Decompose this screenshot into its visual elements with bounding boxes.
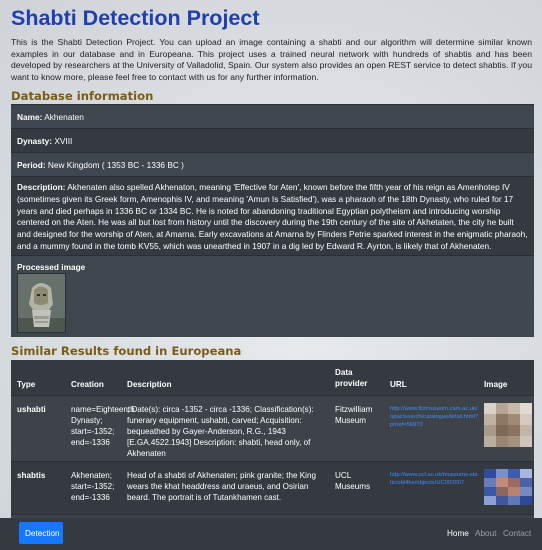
table-row: ushabti name=Eighteenth Dynasty; start=-… [11,395,534,462]
description-label: Description: [17,182,66,192]
page: Shabti Detection Project This is the Sha… [0,0,542,550]
row-provider: UCL Museums [335,471,371,491]
row-thumbnail [484,469,532,505]
name-label: Name: [17,112,43,122]
dynasty-row: Dynasty: XVIII [11,128,534,153]
name-row: Name: Akhenaten [11,104,534,129]
intro-paragraph: This is the Shabti Detection Project. Yo… [11,37,532,82]
row-description: ; Date(s): circa -1352 - circa -1336; Cl… [127,405,314,458]
nav-home-link[interactable]: Home [447,529,469,538]
row-provider: Fitzwilliam Museum [335,405,373,425]
description-row: Description: Akhenaten also spelled Akhe… [11,176,534,256]
row-creation: Akhenaten; start=-1352; end=-1336 [71,471,115,502]
results-heading: Similar Results found in Europeana [11,344,242,358]
nav-contact-link[interactable]: Contact [503,529,531,538]
period-value: New Kingdom ( 1353 BC - 1336 BC ) [47,160,184,170]
row-creation: name=Eighteenth Dynasty; start=-1352; en… [71,405,135,447]
row-url-link[interactable]: http://www.fitzmuseum.cam.ac.uk/opac/sea… [390,405,478,429]
row-thumbnail [484,403,532,447]
row-description: Head of a shabti of Akhenaten; pink gran… [127,471,316,502]
dynasty-label: Dynasty: [17,136,53,146]
row-type: shabtis [17,471,46,480]
name-value: Akhenaten [44,112,84,122]
nav-about-link[interactable]: About [475,529,496,538]
database-heading: Database information [11,89,154,103]
period-row: Period: New Kingdom ( 1353 BC - 1336 BC … [11,152,534,177]
detection-button[interactable]: Detection [19,522,63,544]
col-provider: Data provider [335,368,368,388]
col-type: Type [17,380,36,389]
processed-image-row [11,255,534,337]
dynasty-value: XVIII [54,136,73,146]
col-url: URL [390,380,407,389]
period-label: Period: [17,160,46,170]
row-url-link[interactable]: http://www.ucl.ac.uk/museums-static/obl4… [390,471,478,487]
processed-image-label: Processed image [17,262,86,272]
col-creation: Creation [71,380,104,389]
page-title: Shabti Detection Project [11,6,260,30]
database-panel: Name: Akhenaten Dynasty: XVIII Period: N… [11,104,534,337]
table-row: shabtis Akhenaten; start=-1352; end=-133… [11,461,534,515]
processed-image [17,273,66,333]
row-type: ushabti [17,405,46,414]
description-value: Akhenaten also spelled Akhenaton, meanin… [17,182,528,251]
bottom-navbar: Detection Home About Contact [0,518,542,550]
col-image: Image [484,380,508,389]
col-description: Description [127,380,172,389]
